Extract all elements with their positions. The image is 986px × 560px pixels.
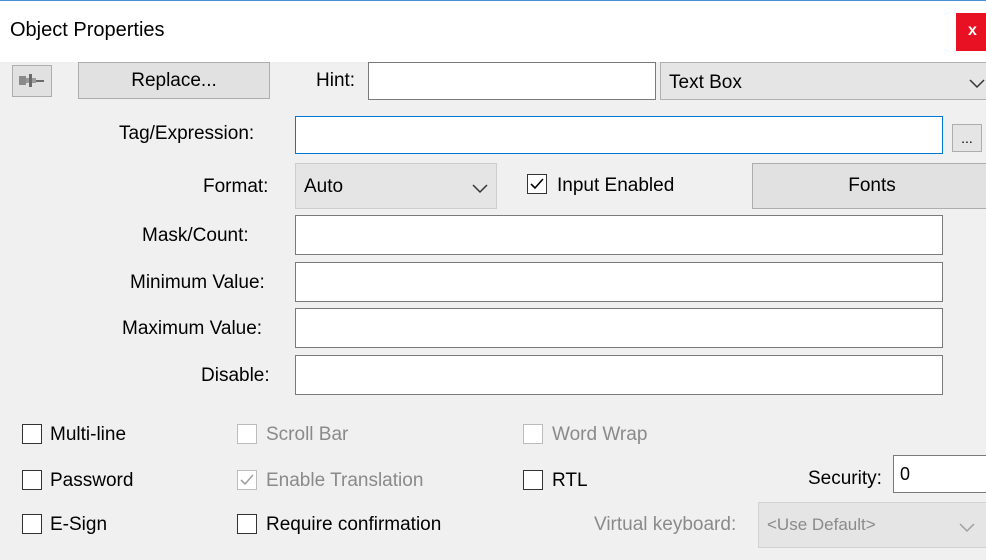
object-type-select[interactable]: Text Box <box>660 62 986 100</box>
chevron-down-icon <box>472 184 488 194</box>
rtl-checkbox[interactable] <box>523 470 543 490</box>
minimum-value-input[interactable] <box>295 262 943 302</box>
scroll-bar-checkbox[interactable] <box>237 424 257 444</box>
enable-translation-label: Enable Translation <box>266 470 424 491</box>
tag-browse-button[interactable]: ... <box>952 124 982 152</box>
minimum-value-label: Minimum Value: <box>130 272 265 293</box>
close-icon: x <box>968 22 977 39</box>
password-label: Password <box>50 470 134 491</box>
object-type-value: Text Box <box>669 72 742 93</box>
e-sign-checkbox[interactable] <box>22 514 42 534</box>
maximum-value-input[interactable] <box>295 308 943 348</box>
hint-label: Hint: <box>316 70 356 91</box>
maximum-value-label: Maximum Value: <box>122 318 263 339</box>
input-enabled-checkbox[interactable] <box>527 174 547 194</box>
hint-input[interactable] <box>368 62 656 100</box>
input-enabled-label: Input Enabled <box>557 175 675 196</box>
object-properties-dialog: Object Properties x Replace... Hint: Tex… <box>0 0 986 560</box>
multi-line-checkbox[interactable] <box>22 424 42 444</box>
browse-button-label: ... <box>961 130 973 146</box>
virtual-keyboard-label: Virtual keyboard: <box>594 514 737 535</box>
chevron-down-icon <box>969 79 985 89</box>
disable-label: Disable: <box>201 365 270 386</box>
security-input[interactable] <box>893 455 986 493</box>
chevron-down-icon <box>959 523 975 533</box>
virtual-keyboard-value: <Use Default> <box>767 515 876 534</box>
checkmark-icon <box>530 178 544 190</box>
disable-input[interactable] <box>295 355 943 395</box>
mask-count-label: Mask/Count: <box>142 225 249 246</box>
pin-button[interactable] <box>12 65 52 97</box>
tag-expression-input[interactable] <box>295 116 943 154</box>
dialog-title: Object Properties <box>10 19 165 41</box>
virtual-keyboard-select[interactable]: <Use Default> <box>758 502 986 548</box>
scroll-bar-label: Scroll Bar <box>266 424 349 445</box>
multi-line-label: Multi-line <box>50 424 127 445</box>
pushpin-icon <box>19 74 44 87</box>
close-button[interactable]: x <box>956 13 986 51</box>
format-label: Format: <box>203 176 269 197</box>
word-wrap-checkbox[interactable] <box>523 424 543 444</box>
rtl-label: RTL <box>552 470 588 491</box>
word-wrap-label: Word Wrap <box>552 424 648 445</box>
e-sign-label: E-Sign <box>50 514 108 535</box>
enable-translation-checkbox[interactable] <box>237 470 257 490</box>
require-confirmation-label: Require confirmation <box>266 514 442 535</box>
replace-button-label: Replace... <box>131 70 217 91</box>
checkmark-icon <box>240 474 254 486</box>
fonts-button[interactable]: Fonts <box>752 163 986 209</box>
format-select[interactable]: Auto <box>295 163 497 209</box>
replace-button[interactable]: Replace... <box>78 62 270 99</box>
require-confirmation-checkbox[interactable] <box>237 514 257 534</box>
format-value: Auto <box>304 176 344 197</box>
security-label: Security: <box>808 468 882 489</box>
password-checkbox[interactable] <box>22 470 42 490</box>
fonts-button-label: Fonts <box>848 175 896 196</box>
title-bar: Object Properties x <box>0 0 986 62</box>
tag-expression-label: Tag/Expression: <box>119 123 255 144</box>
mask-count-input[interactable] <box>295 215 943 255</box>
